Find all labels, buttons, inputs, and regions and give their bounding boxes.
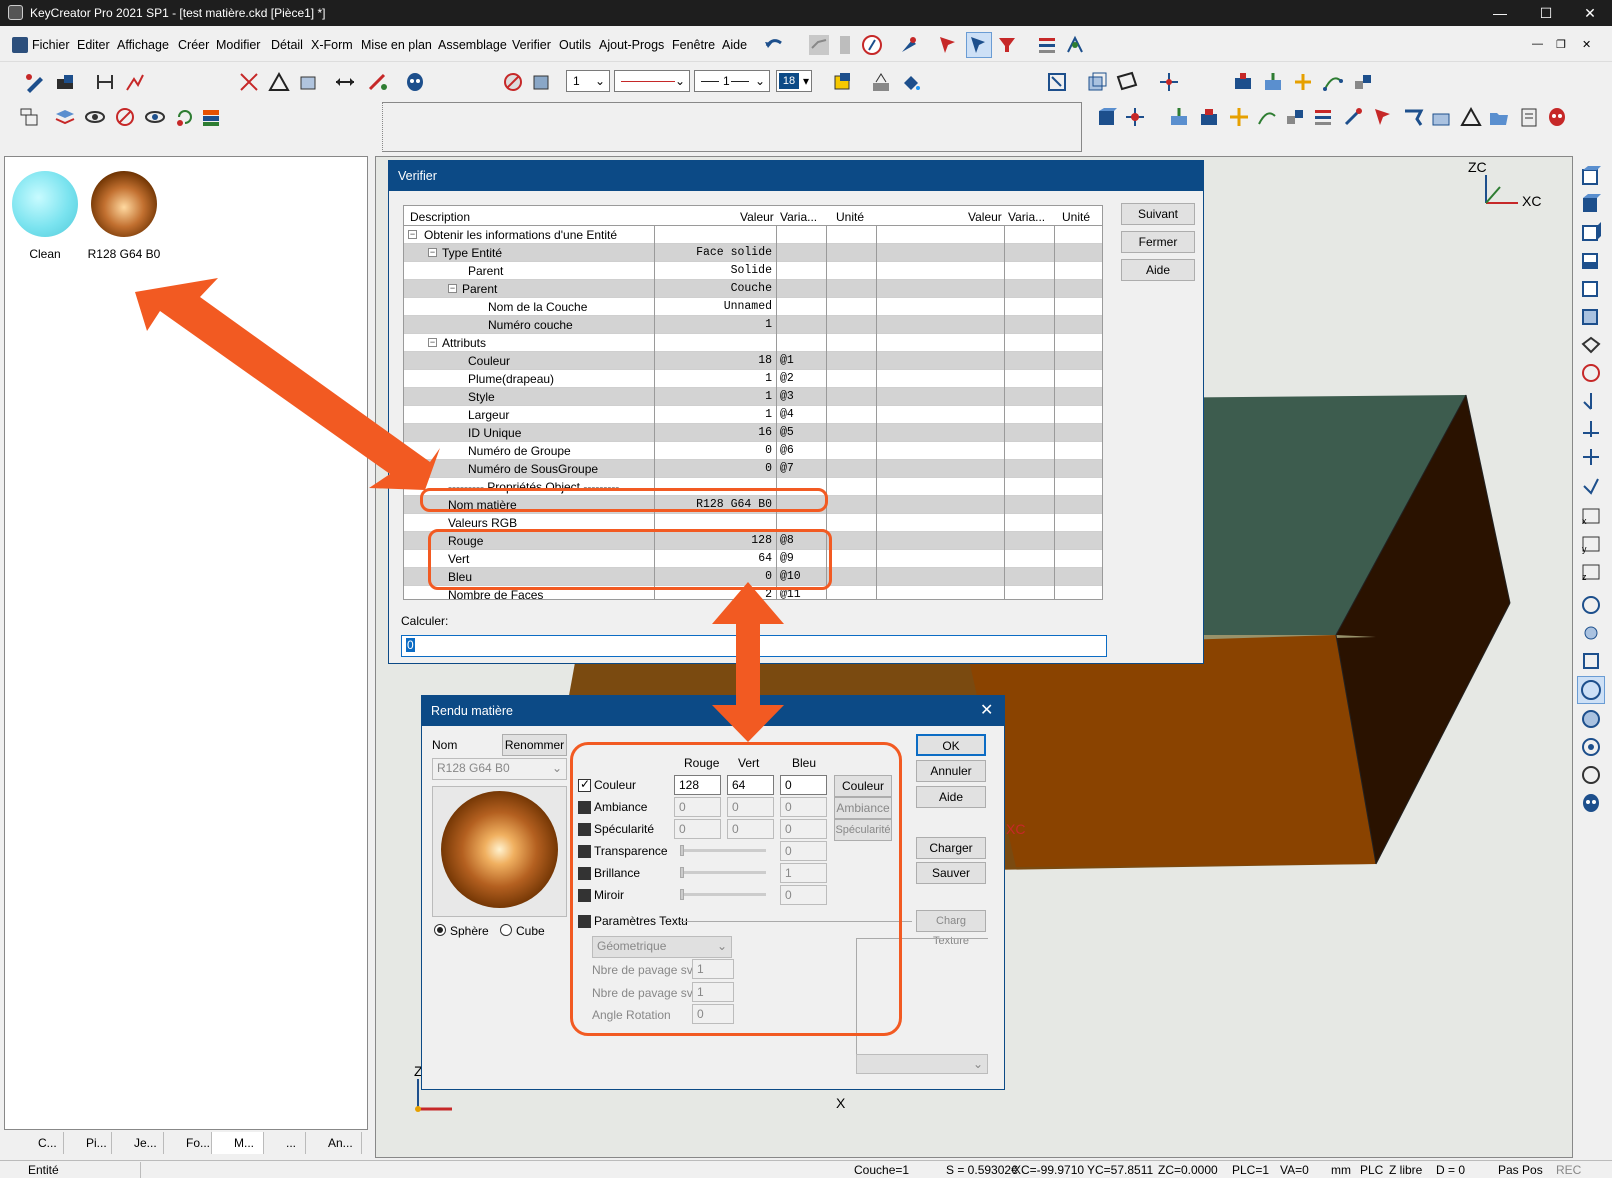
status-zlibre: Z libre bbox=[1389, 1163, 1423, 1177]
status-layer: Couche=1 bbox=[854, 1163, 910, 1177]
status-xc: XC=-99.9710 bbox=[1013, 1163, 1085, 1177]
status-zc: ZC=0.0000 bbox=[1158, 1163, 1218, 1177]
status-plc2: PLC bbox=[1360, 1163, 1384, 1177]
annotation-arrows bbox=[135, 278, 784, 742]
status-mode: Entité bbox=[28, 1163, 59, 1177]
status-bar: Entité Couche=1 S = 0.59302€ XC=-99.9710… bbox=[0, 1160, 1612, 1178]
status-yc: YC=57.8511 bbox=[1087, 1163, 1154, 1177]
status-paspos: Pas Pos bbox=[1498, 1163, 1543, 1177]
status-d: D = 0 bbox=[1436, 1163, 1466, 1177]
status-unit: mm bbox=[1331, 1163, 1351, 1177]
status-s: S = 0.59302€ bbox=[946, 1163, 1018, 1177]
status-plc: PLC=1 bbox=[1232, 1163, 1270, 1177]
status-va: VA=0 bbox=[1280, 1163, 1309, 1177]
status-rec: REC bbox=[1556, 1163, 1582, 1177]
